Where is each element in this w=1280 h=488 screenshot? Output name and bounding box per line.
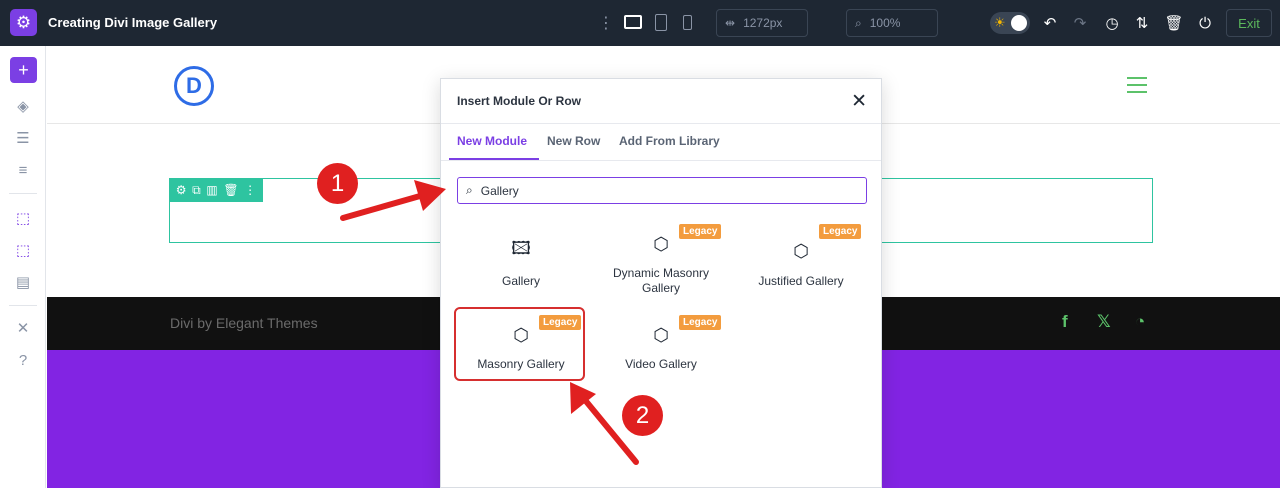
row-more-icon[interactable]: ⋮ [244,183,256,197]
rss-icon[interactable]: ◔ [1135,312,1145,332]
row-settings-icon[interactable]: ⚙ [176,183,187,197]
phone-view-icon[interactable] [683,15,692,30]
multi-select-pointer-icon[interactable]: ⬚ [11,238,35,262]
drag-handle-icon[interactable]: ⋮ [598,13,614,33]
step-1-marker: 1 [317,163,358,204]
left-sidebar: + ◈ ☰ ≡ ⬚ ⬚ ▤ ✕ ? [0,46,46,488]
zoom-field[interactable]: ⌕ 100% [846,9,938,37]
theme-toggle[interactable]: ☀ [990,12,1030,34]
sort-arrows-icon[interactable]: ⇅ [1131,12,1153,34]
row-duplicate-icon[interactable]: ⧉ [192,183,201,198]
sidebar-divider [9,193,37,194]
facebook-icon[interactable]: f [1062,312,1068,332]
insert-module-modal: Insert Module Or Row ✕ New Module New Ro… [440,78,882,488]
modal-title: Insert Module Or Row [457,94,582,108]
tab-add-from-library[interactable]: Add From Library [619,134,720,148]
toggle-knob [1011,15,1027,31]
highlight-box [454,307,585,381]
tablet-view-icon[interactable] [655,14,667,31]
zoom-search-icon: ⌕ [855,15,862,30]
tab-new-row[interactable]: New Row [547,134,600,148]
history-icon[interactable]: ◷ [1101,12,1123,34]
legacy-badge: Legacy [679,315,722,330]
canvas-width-field[interactable]: ⇹ 1272px [716,9,808,37]
hamburger-menu-icon[interactable] [1127,77,1147,98]
active-tab-indicator [449,158,539,160]
legacy-badge: Legacy [679,224,722,239]
modal-header: Insert Module Or Row ✕ [441,79,881,124]
tab-new-module[interactable]: New Module [457,134,527,148]
module-justified-gallery[interactable]: Legacy ⬡ Justified Gallery [737,224,865,304]
module-video-gallery[interactable]: Legacy ⬡ Video Gallery [597,315,725,395]
search-input[interactable] [480,183,841,198]
close-icon[interactable]: ✕ [851,90,867,113]
row-columns-icon[interactable]: ▥ [206,183,217,197]
power-icon[interactable]: ⏻ [1194,12,1216,34]
cube-icon: ⬡ [793,240,809,261]
cube-icon: ⬡ [653,324,669,345]
module-dynamic-masonry-gallery[interactable]: Legacy ⬡ Dynamic Masonry Gallery [597,224,725,304]
add-icon[interactable]: + [10,57,37,83]
database-icon[interactable]: ☰ [11,126,35,150]
page-title: Creating Divi Image Gallery [48,15,218,30]
select-pointer-icon[interactable]: ⬚ [11,206,35,230]
footer-credit: Divi by Elegant Themes [170,315,318,331]
step-2-marker: 2 [622,395,663,436]
module-label: Justified Gallery [758,274,844,288]
x-twitter-icon[interactable]: 𝕏 [1097,312,1111,332]
row-toolbar: ⚙ ⧉ ▥ 🗑 ⋮ [169,178,263,202]
module-label: Dynamic Masonry Gallery [612,266,710,295]
module-label: Video Gallery [625,357,697,371]
desktop-view-icon[interactable] [624,15,642,29]
image-icon: 🖾 [511,238,531,258]
module-gallery[interactable]: 🖾 Gallery [457,224,585,304]
module-search: ⌕ [457,177,867,204]
settings-gear-icon[interactable]: ⚙ [10,9,37,36]
undo-icon[interactable]: ↶ [1039,12,1061,34]
legacy-badge: Legacy [819,224,862,239]
sun-icon: ☀ [994,15,1006,30]
modal-tabs: New Module New Row Add From Library [441,124,881,161]
exit-button[interactable]: Exit [1226,9,1272,37]
cube-icon: ⬡ [653,233,669,254]
sliders-icon[interactable]: ≡ [11,158,35,182]
divi-logo[interactable]: D [174,66,214,106]
sidebar-divider [9,305,37,306]
layout-settings-icon[interactable]: ▤ [11,270,35,294]
layers-icon[interactable]: ◈ [11,94,35,118]
help-icon[interactable]: ? [11,348,35,372]
width-value: 1272px [743,16,783,30]
module-label: Gallery [501,274,540,288]
zoom-value: 100% [869,16,901,30]
trash-icon[interactable]: 🗑 [1163,12,1185,34]
redo-icon[interactable]: ↷ [1069,12,1091,34]
width-arrows-icon: ⇹ [725,16,736,30]
search-icon: ⌕ [466,183,473,197]
top-toolbar: ⚙ Creating Divi Image Gallery ⋮ ⇹ 1272px… [0,0,1280,46]
row-delete-icon[interactable]: 🗑 [223,183,238,197]
tools-icon[interactable]: ✕ [11,316,35,340]
